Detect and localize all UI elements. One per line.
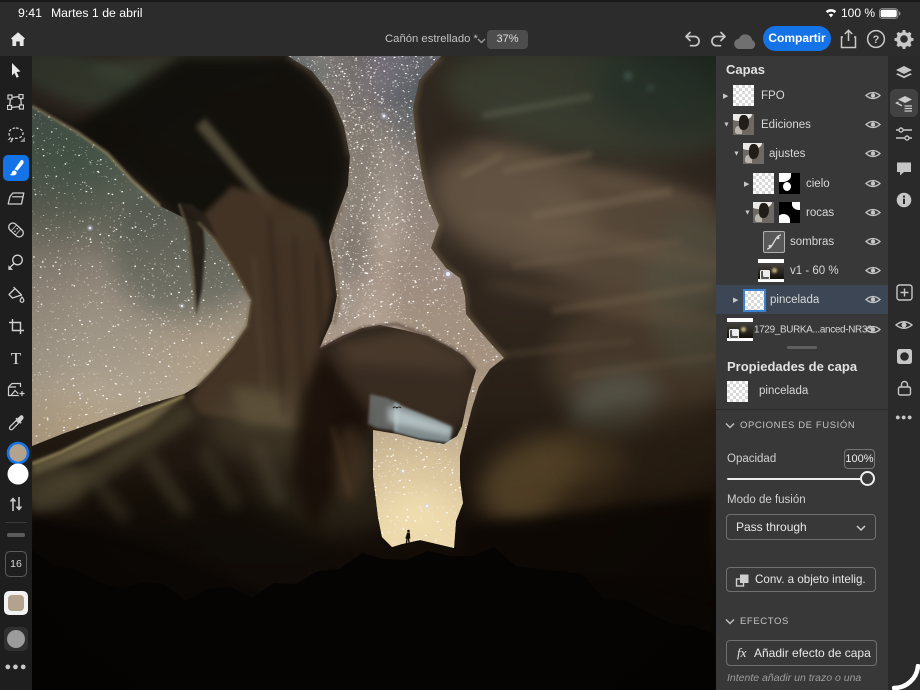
svg-text:?: ? bbox=[873, 34, 880, 46]
